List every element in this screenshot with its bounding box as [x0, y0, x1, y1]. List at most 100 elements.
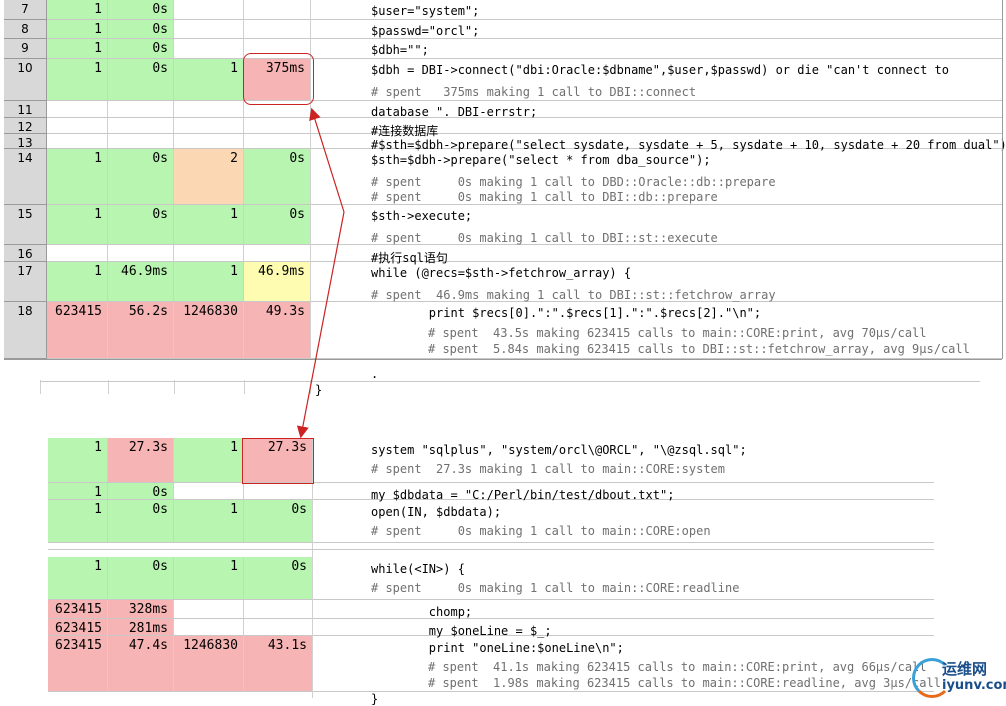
excl-cell: 56.2s	[108, 302, 174, 358]
code-line: while(<IN>) {	[371, 562, 465, 576]
code-line: database ". DBI-errstr;	[371, 105, 538, 119]
spent-comment: # spent 0s making 1 call to main::CORE:o…	[371, 524, 711, 538]
line-number: 17	[4, 262, 47, 302]
incl-cell	[244, 134, 311, 148]
incl-cell: 0s	[244, 557, 313, 599]
subcalls-cell	[174, 134, 244, 148]
subcalls-cell: 1	[174, 500, 244, 542]
calls-cell: 623415	[48, 619, 108, 636]
subcalls-cell: 1	[174, 557, 244, 599]
excl-cell: 0s	[108, 557, 174, 599]
code-line: $user="system";	[371, 4, 480, 18]
line-number: 8	[4, 20, 47, 39]
code-line: $sth=$dbh->prepare("select * from dba_so…	[371, 153, 711, 167]
table-border	[4, 359, 1002, 360]
calls-cell	[47, 118, 108, 133]
calls-cell: 623415	[48, 636, 108, 691]
excl-cell: 281ms	[108, 619, 174, 636]
excl-cell: 0s	[108, 39, 174, 58]
subcalls-cell	[174, 39, 244, 58]
subcalls-cell	[174, 245, 244, 261]
spent-comment: # spent 0s making 1 call to DBI::db::pre…	[371, 190, 718, 204]
calls-cell: 1	[47, 262, 108, 301]
incl-cell	[244, 600, 313, 618]
code-line: while (@recs=$sth->fetchrow_array) {	[371, 266, 632, 280]
line-number: 9	[4, 39, 47, 59]
spent-comment: # spent 375ms making 1 call to DBI::conn…	[371, 85, 697, 99]
subcalls-cell	[174, 101, 244, 117]
subcalls-cell: 1246830	[174, 302, 244, 358]
calls-cell	[47, 101, 108, 117]
subcalls-cell	[174, 20, 244, 38]
calls-cell: 623415	[47, 302, 108, 358]
calls-cell	[47, 245, 108, 261]
line-number: 12	[4, 118, 47, 134]
spent-comment: # spent 0s making 1 call to DBD::Oracle:…	[371, 175, 776, 189]
incl-cell: 43.1s	[244, 636, 313, 691]
excl-cell	[108, 101, 174, 117]
incl-cell: 46.9ms	[244, 262, 311, 301]
incl-cell: 49.3s	[244, 302, 311, 358]
excl-cell: 0s	[108, 149, 174, 204]
line-number: 18	[4, 302, 47, 359]
watermark-url: iyunv.com	[942, 678, 1006, 693]
excl-cell: 0s	[108, 20, 174, 38]
incl-cell	[244, 0, 311, 19]
line-number: 16	[4, 245, 47, 262]
line-number: 15	[4, 205, 47, 245]
code-line: $passwd="orcl";	[371, 24, 480, 38]
code-line: $dbh = DBI->connect("dbi:Oracle:$dbname"…	[371, 63, 949, 77]
subcalls-cell: 1246830	[174, 636, 244, 691]
excl-cell	[108, 118, 174, 133]
subcalls-cell	[174, 0, 244, 19]
excl-cell: 47.4s	[108, 636, 174, 691]
spent-comment: # spent 1.98s making 623415 calls to mai…	[428, 676, 941, 690]
tail-dot: .	[371, 367, 379, 381]
incl-cell	[244, 20, 311, 38]
watermark-cn: 运维网	[942, 660, 988, 678]
subcalls-cell: 1	[174, 262, 244, 301]
incl-cell	[244, 619, 313, 635]
calls-cell	[47, 134, 108, 148]
subcalls-cell	[174, 118, 244, 133]
code-line: chomp;	[371, 605, 473, 619]
separator	[174, 380, 175, 394]
excl-cell: 0s	[108, 483, 174, 500]
incl-cell	[244, 483, 313, 499]
calls-cell: 1	[47, 59, 108, 100]
tail-brace: }	[371, 692, 379, 706]
subcalls-cell: 1	[174, 59, 244, 100]
calls-cell: 1	[48, 500, 108, 542]
excl-cell: 0s	[108, 500, 174, 542]
line-number: 7	[4, 0, 47, 20]
separator	[244, 380, 245, 394]
calls-cell: 1	[47, 149, 108, 204]
line-number: 11	[4, 101, 47, 118]
excl-cell: 0s	[108, 205, 174, 244]
excl-cell: 328ms	[108, 600, 174, 618]
spent-comment: # spent 5.84s making 623415 calls to DBI…	[428, 342, 970, 356]
code-line: $sth->execute;	[371, 209, 473, 223]
code-line: system "sqlplus", "system/orcl\@ORCL", "…	[371, 443, 747, 457]
watermark-logo: 运维网 iyunv.com	[912, 656, 1006, 700]
spent-comment: # spent 41.1s making 623415 calls to mai…	[428, 660, 927, 674]
calls-cell: 1	[47, 0, 108, 19]
separator	[40, 380, 41, 394]
subcalls-cell	[174, 483, 244, 499]
line-number: 13	[4, 134, 47, 150]
separator	[48, 549, 934, 550]
calls-cell: 623415	[48, 600, 108, 618]
code-line: $dbh="";	[371, 43, 429, 57]
code-line: print "oneLine:$oneLine\n";	[371, 641, 624, 655]
highlight-box	[242, 438, 314, 484]
excl-cell: 27.3s	[108, 438, 174, 482]
code-line: open(IN, $dbdata);	[371, 505, 502, 519]
calls-cell: 1	[48, 483, 108, 500]
spent-comment: # spent 46.9ms making 1 call to DBI::st:…	[371, 288, 776, 302]
excl-cell: 0s	[108, 59, 174, 100]
subcalls-cell: 1	[174, 205, 244, 244]
separator	[108, 380, 109, 394]
subcalls-cell: 2	[174, 149, 244, 204]
calls-cell: 1	[48, 438, 108, 482]
separator	[310, 380, 311, 394]
